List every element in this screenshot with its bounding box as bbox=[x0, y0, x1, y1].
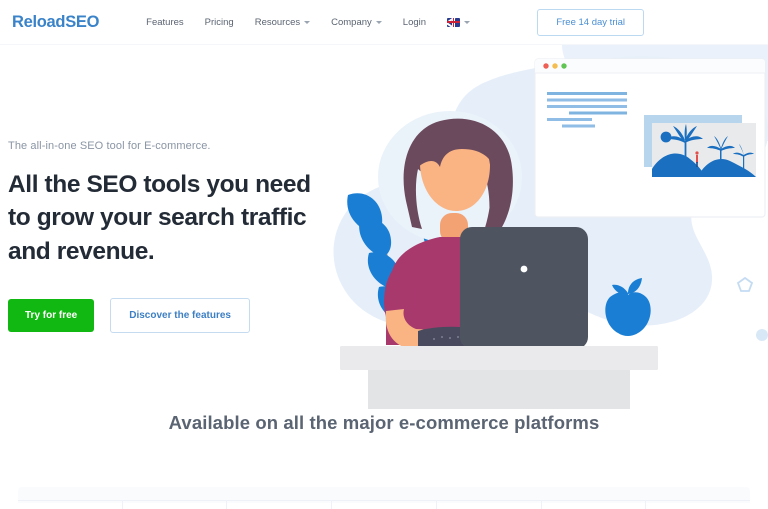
page-title: All the SEO tools you need to grow your … bbox=[8, 171, 311, 265]
browser-window-mockup bbox=[534, 58, 766, 218]
strip-cell[interactable] bbox=[542, 501, 647, 509]
discover-features-button[interactable]: Discover the features bbox=[110, 297, 250, 333]
nav-label-login: Login bbox=[402, 16, 427, 28]
nav-label-company: Company bbox=[331, 16, 372, 28]
hero-cta-row: Try for free Discover the features bbox=[8, 297, 338, 333]
desk bbox=[340, 346, 658, 409]
nav-item-features[interactable]: Features bbox=[146, 17, 184, 28]
traffic-light-red bbox=[543, 63, 549, 69]
hero-section: The all-in-one SEO tool for E-commerce. … bbox=[0, 45, 768, 409]
hero-eyebrow: The all-in-one SEO tool for E-commerce. bbox=[8, 140, 211, 152]
platforms-section: Available on all the major e-commerce pl… bbox=[0, 409, 768, 438]
language-selector[interactable] bbox=[447, 17, 471, 27]
strip-cell[interactable] bbox=[123, 501, 228, 509]
nav-label-resources: Resources bbox=[254, 16, 301, 28]
hero-illustration bbox=[322, 45, 768, 409]
hero-copy: The all-in-one SEO tool for E-commerce. … bbox=[8, 140, 338, 333]
chevron-down-icon bbox=[375, 21, 382, 24]
nav-label-features: Features bbox=[146, 16, 184, 28]
nav-item-company[interactable]: Company bbox=[331, 17, 382, 28]
strip-cell[interactable] bbox=[227, 501, 333, 509]
main-navigation: Features Pricing Resources Company Login bbox=[146, 16, 471, 28]
nav-item-login[interactable]: Login bbox=[403, 17, 426, 28]
landing-page: ReloadSEO Features Pricing Resources Com… bbox=[0, 0, 768, 509]
nav-item-pricing[interactable]: Pricing bbox=[205, 17, 234, 28]
platforms-title: Available on all the major e-commerce pl… bbox=[168, 412, 600, 433]
free-trial-button[interactable]: Free 14 day trial bbox=[537, 8, 644, 36]
small-dot-decoration bbox=[756, 329, 768, 341]
laptop bbox=[460, 227, 588, 349]
uk-flag-icon bbox=[447, 17, 461, 27]
traffic-light-yellow bbox=[552, 63, 558, 69]
decorative-shapes bbox=[736, 276, 768, 341]
strip-cell[interactable] bbox=[18, 501, 123, 509]
strip-cell[interactable] bbox=[332, 501, 437, 509]
try-for-free-button[interactable]: Try for free bbox=[8, 298, 95, 332]
pentagon-outline-icon bbox=[736, 276, 754, 292]
nav-label-pricing: Pricing bbox=[204, 16, 234, 28]
chevron-down-icon bbox=[304, 21, 311, 24]
strip-cell-grid bbox=[18, 500, 750, 509]
site-header: ReloadSEO Features Pricing Resources Com… bbox=[0, 0, 768, 45]
strip-cell[interactable] bbox=[646, 501, 750, 509]
site-logo[interactable]: ReloadSEO bbox=[8, 13, 99, 32]
strip-cell[interactable] bbox=[437, 501, 542, 509]
chevron-down-icon bbox=[464, 21, 471, 24]
nav-item-resources[interactable]: Resources bbox=[254, 16, 311, 28]
traffic-light-green bbox=[561, 63, 567, 69]
platforms-logo-strip bbox=[0, 487, 768, 509]
